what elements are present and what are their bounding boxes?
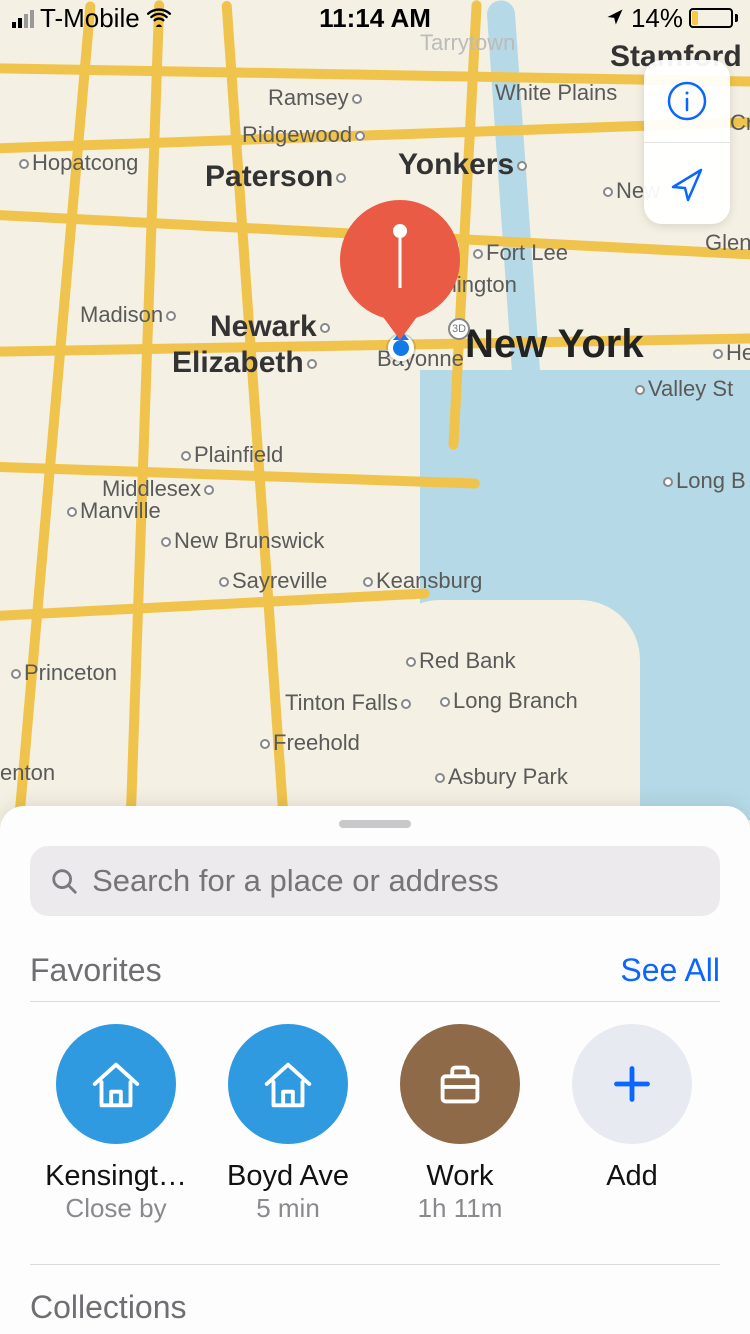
favorite-label: Boyd Ave [227,1160,349,1193]
status-right: 14% [605,3,738,34]
favorites-title: Favorites [30,952,162,989]
map-controls [644,60,730,224]
map-label-freehold: Freehold [257,730,360,756]
battery-icon [689,8,738,28]
location-services-icon [605,3,625,34]
info-button[interactable] [644,60,730,142]
wifi-icon [146,3,172,34]
collections-title: Collections [30,1264,720,1326]
map-label-manville: Manville [64,498,161,524]
favorite-item-2[interactable]: Boyd Ave 5 min [202,1024,374,1224]
status-left: T-Mobile [12,3,172,34]
map-label-sayreville: Sayreville [216,568,327,594]
cellular-signal-icon [12,8,34,28]
map-label-elizabeth: Elizabeth [172,346,320,380]
map-label-valley-st: Valley St [632,376,733,402]
map-label-long-b: Long B [660,468,746,494]
sheet-grabber[interactable] [339,820,411,828]
map-label-keansburg: Keansburg [360,568,482,594]
map-label-yonkers: Yonkers [398,148,530,182]
map-label-enton: enton [0,760,55,786]
search-icon [50,866,78,896]
map-view[interactable]: Tarrytown Stamford White Plains Ramsey R… [0,0,750,820]
map-label-white-plains: White Plains [495,80,617,106]
map-label-lington: lington [452,272,517,298]
favorites-row: Kensingt… Close by Boyd Ave 5 min Work 1… [30,1024,720,1224]
map-label-new-brunswick: New Brunswick [158,528,324,554]
home-icon [228,1024,348,1144]
favorite-item-add[interactable]: Add [546,1024,718,1224]
status-bar: T-Mobile 11:14 AM 14% [0,0,750,36]
favorite-label: Kensingt… [45,1160,187,1193]
map-label-plainfield: Plainfield [178,442,283,468]
map-label-ridgewood: Ridgewood [242,122,368,148]
map-label-hen: Hen [710,340,750,366]
home-icon [56,1024,176,1144]
favorites-header: Favorites See All [30,952,720,1002]
favorite-label: Work [426,1160,493,1193]
favorite-sublabel: 1h 11m [418,1193,503,1224]
map-label-ramsey: Ramsey [268,85,365,111]
map-label-hopatcong: Hopatcong [16,150,138,176]
dropped-pin[interactable] [340,200,460,350]
location-arrow-icon [665,162,709,206]
battery-percent: 14% [631,3,683,34]
clock: 11:14 AM [319,3,431,34]
map-label-long-branch: Long Branch [437,688,578,714]
favorite-item-3[interactable]: Work 1h 11m [374,1024,546,1224]
map-label-newark: Newark [210,310,333,344]
map-label-tinton-falls: Tinton Falls [285,690,414,716]
briefcase-icon [400,1024,520,1144]
map-label-edge: Cr [730,110,750,136]
see-all-button[interactable]: See All [620,952,720,989]
map-label-princeton: Princeton [8,660,117,686]
map-label-red-bank: Red Bank [403,648,516,674]
search-field[interactable] [30,846,720,916]
plus-icon [572,1024,692,1144]
map-label-madison: Madison [80,302,179,328]
favorite-label: Add [606,1160,658,1193]
info-icon [665,79,709,123]
map-label-asbury-park: Asbury Park [432,764,568,790]
pin-icon [340,200,460,320]
favorite-item-1[interactable]: Kensingt… Close by [30,1024,202,1224]
map-label-paterson: Paterson [205,160,349,194]
map-label-fort-lee: Fort Lee [470,240,568,266]
map-label-glen: Glen [705,230,750,256]
search-input[interactable] [92,863,700,899]
bottom-sheet[interactable]: Favorites See All Kensingt… Close by Boy… [0,806,750,1334]
map-label-new-york: New York [465,322,644,367]
favorite-sublabel: 5 min [256,1193,320,1224]
locate-me-button[interactable] [644,142,730,224]
carrier-label: T-Mobile [40,3,140,34]
favorite-sublabel: Close by [65,1193,166,1224]
